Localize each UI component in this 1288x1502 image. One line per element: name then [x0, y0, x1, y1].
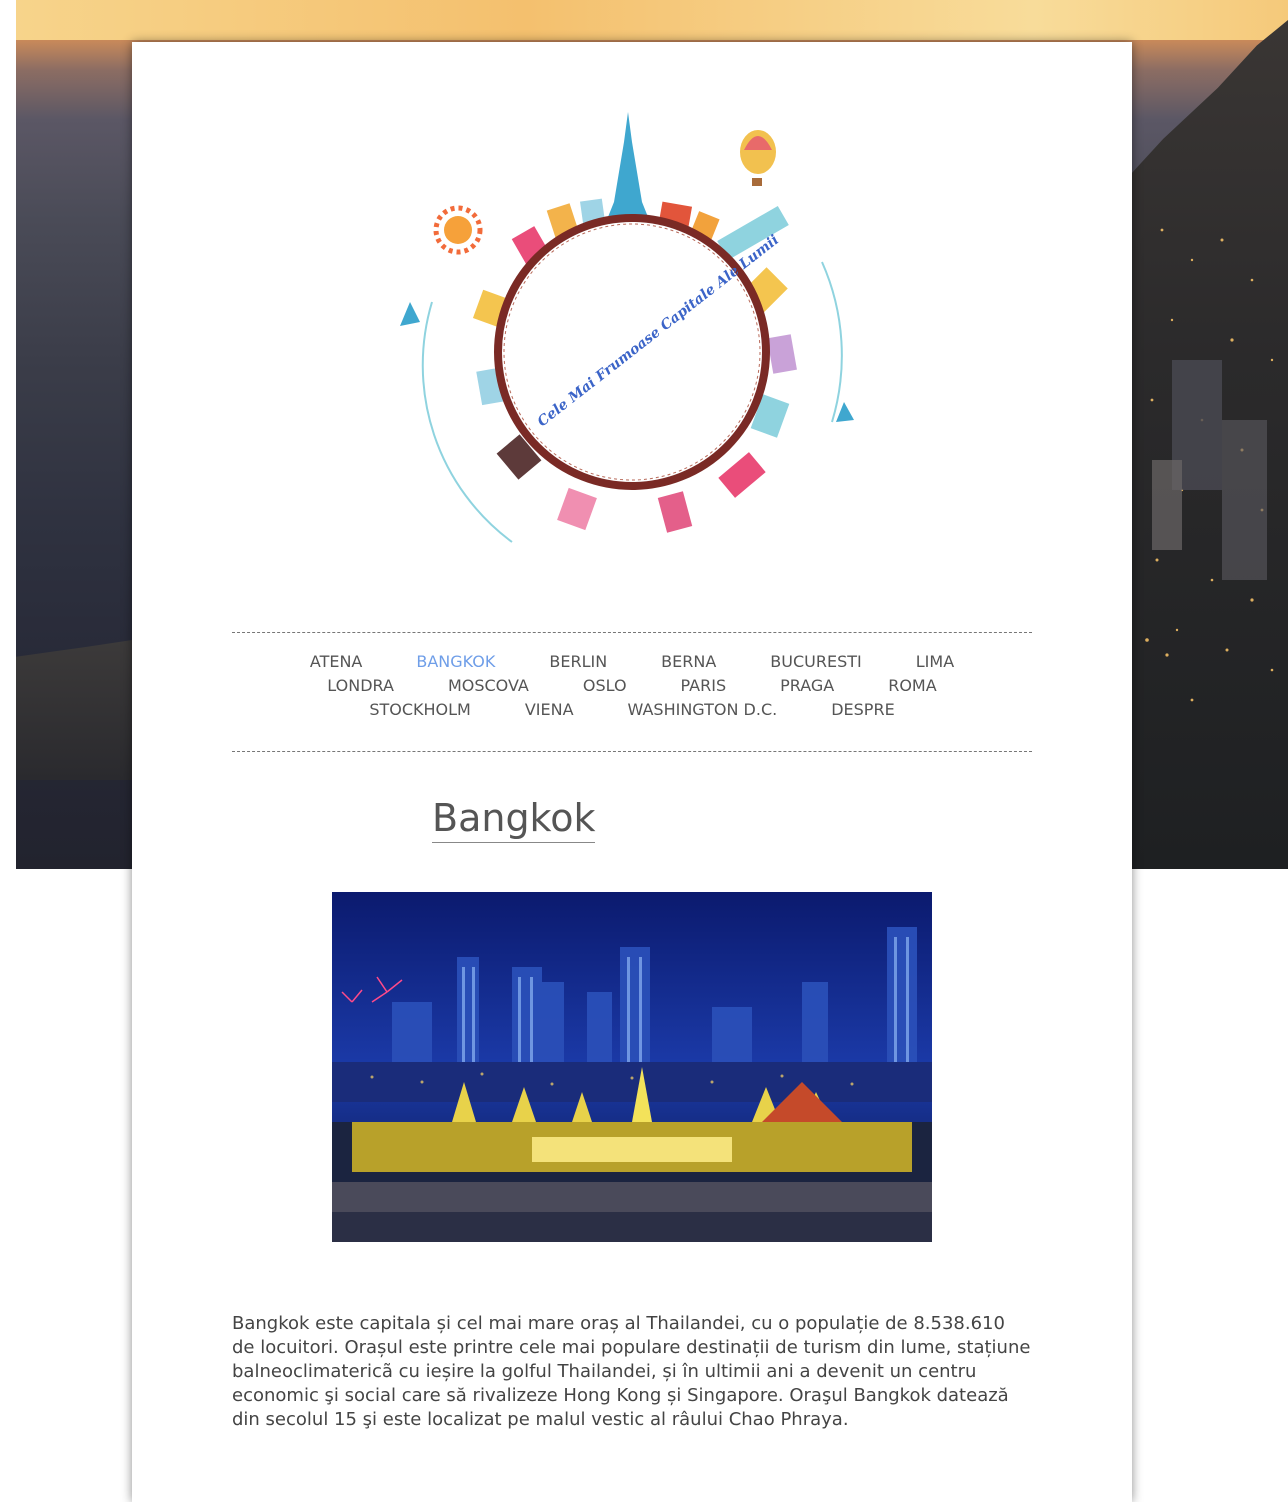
nav-item-stockholm[interactable]: STOCKHOLM [369, 698, 471, 722]
nav-item-bucuresti[interactable]: BUCURESTI [770, 650, 861, 674]
background-city-lights [1145, 228, 1274, 702]
nav-item-bangkok[interactable]: BANGKOK [416, 650, 495, 674]
page-title: Bangkok [432, 794, 596, 843]
plane-icon [400, 302, 420, 326]
nav-item-washington[interactable]: WASHINGTON D.C. [628, 698, 778, 722]
nav-item-despre[interactable]: DESPRE [831, 698, 894, 722]
hot-air-balloon-icon [740, 130, 776, 186]
nav-item-viena[interactable]: VIENA [525, 698, 574, 722]
nav-item-moscova[interactable]: MOSCOVA [448, 674, 529, 698]
background-pier [16, 640, 132, 780]
nav-item-atena[interactable]: ATENA [310, 650, 363, 674]
nav-item-oslo[interactable]: OSLO [583, 674, 627, 698]
nav-row-3: STOCKHOLM VIENA WASHINGTON D.C. DESPRE [232, 698, 1032, 722]
nav-row-1: ATENA BANGKOK BERLIN BERNA BUCURESTI LIM… [232, 650, 1032, 674]
site-logo[interactable]: Cele Mai Frumoase Capitale Ale Lumii [392, 102, 872, 582]
nav-item-roma[interactable]: ROMA [888, 674, 936, 698]
nav-item-lima[interactable]: LIMA [916, 650, 954, 674]
nav-item-paris[interactable]: PARIS [681, 674, 727, 698]
plane-icon [836, 402, 854, 422]
sun-icon [433, 205, 483, 255]
nav-item-londra[interactable]: LONDRA [327, 674, 394, 698]
nav-item-praga[interactable]: PRAGA [780, 674, 834, 698]
nav-item-berna[interactable]: BERNA [661, 650, 716, 674]
background-sky [16, 0, 1288, 40]
nav-item-berlin[interactable]: BERLIN [549, 650, 607, 674]
nav-row-2: LONDRA MOSCOVA OSLO PARIS PRAGA ROMA [232, 674, 1032, 698]
city-description: Bangkok este capitala și cel mai mare or… [232, 1313, 1031, 1430]
bangkok-photo [332, 892, 932, 1242]
city-navigation: ATENA BANGKOK BERLIN BERNA BUCURESTI LIM… [232, 632, 1032, 752]
content-card: Cele Mai Frumoase Capitale Ale Lumii ATE… [132, 42, 1132, 1502]
eiffel-tower-icon [606, 112, 650, 222]
